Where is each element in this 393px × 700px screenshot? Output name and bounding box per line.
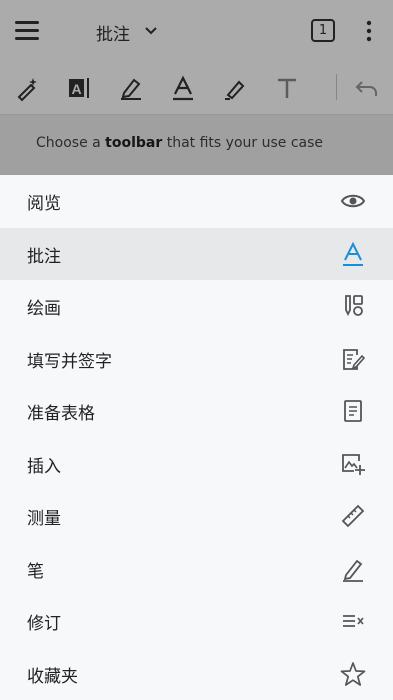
menu-item-draw[interactable]: 绘画 [0, 280, 393, 333]
menu-item-label: 修订 [27, 614, 61, 634]
menu-item-label: 阅览 [27, 194, 61, 214]
menu-item-redline[interactable]: 修订 [0, 595, 393, 648]
menu-item-pen[interactable]: 笔 [0, 543, 393, 596]
redline-list-icon [343, 615, 364, 627]
star-icon [340, 661, 366, 686]
toolbar-picker-sheet: 阅览 批注 绘画 填写并签字 准备表格 插入 测量 笔 修订 收藏夹 [0, 175, 393, 700]
form-document-icon [344, 400, 362, 422]
menu-item-label: 插入 [27, 456, 61, 477]
menu-item-label: 绘画 [27, 299, 61, 319]
menu-item-annotate[interactable]: 批注 [0, 227, 393, 280]
menu-item-label: 测量 [27, 509, 61, 529]
pen-icon [343, 559, 363, 582]
menu-item-view[interactable]: 阅览 [0, 175, 393, 228]
eye-icon [340, 194, 366, 208]
draw-shapes-icon [345, 295, 363, 317]
fill-sign-icon [343, 348, 366, 370]
menu-item-label: 收藏夹 [27, 666, 78, 687]
menu-item-measure[interactable]: 测量 [0, 490, 393, 543]
menu-item-label: 准备表格 [27, 404, 95, 424]
menu-item-fill-sign[interactable]: 填写并签字 [0, 333, 393, 386]
menu-item-prepare-form[interactable]: 准备表格 [0, 385, 393, 438]
menu-item-favorites[interactable]: 收藏夹 [0, 648, 393, 700]
menu-item-insert[interactable]: 插入 [0, 438, 393, 491]
insert-image-icon [342, 453, 365, 475]
menu-item-label: 笔 [27, 561, 44, 582]
menu-item-label: 填写并签字 [27, 351, 112, 372]
ruler-icon [341, 504, 365, 528]
menu-item-label: 批注 [27, 246, 61, 267]
modal-scrim[interactable] [0, 0, 393, 175]
annotate-underline-a-icon [343, 241, 363, 266]
